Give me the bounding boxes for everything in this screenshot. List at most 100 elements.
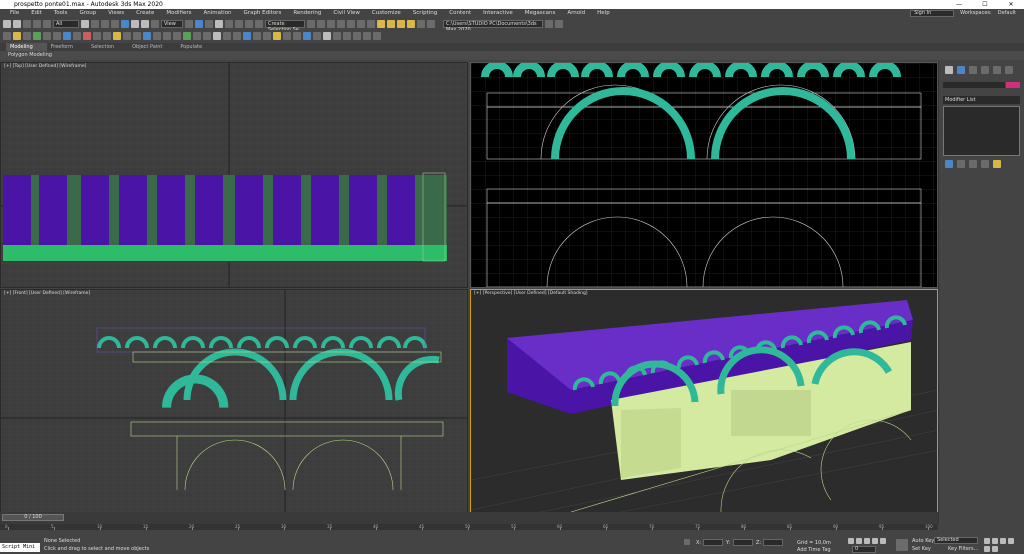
tool-j-icon[interactable]: [303, 31, 311, 40]
geometry-icon[interactable]: [53, 31, 61, 40]
menu-tools[interactable]: Tools: [48, 9, 74, 18]
hierarchy-tab-icon[interactable]: [969, 66, 977, 74]
display-tab-icon[interactable]: [993, 66, 1001, 74]
tool-o-icon[interactable]: [353, 31, 361, 40]
explorer-icon[interactable]: [555, 19, 563, 28]
select-by-name-icon[interactable]: [91, 19, 99, 28]
menu-megascans[interactable]: Megascans: [519, 9, 562, 18]
snaps-toggle-icon[interactable]: [215, 19, 223, 28]
sign-in-dropdown[interactable]: Sign In: [910, 10, 955, 17]
undo-icon[interactable]: [3, 19, 11, 28]
bone-icon[interactable]: [63, 31, 71, 40]
auto-key-button[interactable]: Auto Key: [912, 538, 934, 544]
menu-modifiers[interactable]: Modifiers: [160, 9, 197, 18]
select-and-place-icon[interactable]: [151, 19, 159, 28]
hidden-icon[interactable]: [133, 31, 141, 40]
ribbon-tab-object-paint[interactable]: Object Paint: [128, 43, 176, 51]
ribbon-tab-selection[interactable]: Selection: [87, 43, 128, 51]
show-end-result-icon[interactable]: [957, 160, 965, 168]
tool-b-icon[interactable]: [223, 31, 231, 40]
render-setup-icon[interactable]: [387, 19, 395, 28]
shape-icon[interactable]: [43, 31, 51, 40]
polygon-modeling-label[interactable]: Polygon Modeling: [8, 52, 52, 58]
isolate-icon[interactable]: [183, 31, 191, 40]
tool-q-icon[interactable]: [373, 31, 381, 40]
viewport-front[interactable]: [+] [Front] [User Defined] [Wireframe]: [0, 289, 468, 513]
mirror-icon[interactable]: [307, 19, 315, 28]
hide-selection-icon[interactable]: [163, 31, 171, 40]
go-to-end-icon[interactable]: [880, 538, 886, 544]
layer-icon[interactable]: [3, 31, 11, 40]
menu-edit[interactable]: Edit: [25, 9, 48, 18]
tool-d-icon[interactable]: [243, 31, 251, 40]
pivot-center-icon[interactable]: [185, 19, 193, 28]
tool-c-icon[interactable]: [233, 31, 241, 40]
select-and-rotate-icon[interactable]: [131, 19, 139, 28]
make-unique-icon[interactable]: [969, 160, 977, 168]
zoom-extents-icon[interactable]: [1000, 538, 1006, 544]
angle-snap-icon[interactable]: [225, 19, 233, 28]
align-icon[interactable]: [317, 19, 325, 28]
tool-f-icon[interactable]: [263, 31, 271, 40]
layer-explorer-icon[interactable]: [337, 19, 345, 28]
zoom-icon[interactable]: [984, 538, 990, 544]
menu-help[interactable]: Help: [591, 9, 616, 18]
redo-icon[interactable]: [13, 19, 21, 28]
remove-modifier-icon[interactable]: [981, 160, 989, 168]
frozen-icon[interactable]: [123, 31, 131, 40]
object-color-swatch[interactable]: [1006, 82, 1020, 88]
xref-icon[interactable]: [103, 31, 111, 40]
a360-gallery-icon[interactable]: [427, 19, 435, 28]
previous-frame-icon[interactable]: [856, 538, 862, 544]
menu-civil-view[interactable]: Civil View: [327, 9, 365, 18]
ribbon-tab-modeling[interactable]: Modeling: [6, 43, 47, 51]
menu-create[interactable]: Create: [130, 9, 160, 18]
motion-tab-icon[interactable]: [981, 66, 989, 74]
maximize-viewport-icon[interactable]: [992, 546, 998, 552]
display-filter-icon[interactable]: [193, 31, 201, 40]
configure-sets-icon[interactable]: [993, 160, 1001, 168]
material-editor-icon[interactable]: [377, 19, 385, 28]
space-warp-icon[interactable]: [83, 31, 91, 40]
spinner-snap-icon[interactable]: [245, 19, 253, 28]
select-and-scale-icon[interactable]: [141, 19, 149, 28]
freeze-selection-icon[interactable]: [143, 31, 151, 40]
minimize-button[interactable]: —: [946, 0, 972, 9]
create-tab-icon[interactable]: [945, 66, 953, 74]
render-production-icon[interactable]: [407, 19, 415, 28]
menu-rendering[interactable]: Rendering: [287, 9, 327, 18]
object-properties-icon[interactable]: [203, 31, 211, 40]
object-name-field[interactable]: [943, 82, 1005, 88]
project-folder-icon[interactable]: [545, 19, 553, 28]
orbit-icon[interactable]: [984, 546, 990, 552]
bind-space-warp-icon[interactable]: [43, 19, 51, 28]
schematic-view-icon[interactable]: [367, 19, 375, 28]
curve-editor-icon[interactable]: [357, 19, 365, 28]
light-icon[interactable]: [13, 31, 21, 40]
pin-stack-icon[interactable]: [945, 160, 953, 168]
time-slider[interactable]: 0 / 100: [2, 514, 64, 521]
helper-icon[interactable]: [33, 31, 41, 40]
utilities-tab-icon[interactable]: [1005, 66, 1013, 74]
project-path-dropdown[interactable]: C:\Users\STUDIO PC\Documents\3ds Max 202…: [443, 19, 543, 33]
z-coordinate-field[interactable]: [763, 539, 783, 546]
camera-icon[interactable]: [23, 31, 31, 40]
current-frame-field[interactable]: 0: [852, 546, 876, 553]
tool-l-icon[interactable]: [323, 31, 331, 40]
container-icon[interactable]: [93, 31, 101, 40]
menu-content[interactable]: Content: [443, 9, 477, 18]
ribbon-tab-freeform[interactable]: Freeform: [47, 43, 87, 51]
maximize-button[interactable]: ☐: [972, 0, 998, 9]
menu-arnold[interactable]: Arnold: [561, 9, 591, 18]
viewport-top[interactable]: [+] [Top] [User Defined] [Wireframe]: [0, 62, 468, 288]
viewport-perspective[interactable]: [+] [Perspective] [User Defined] [Defaul…: [470, 289, 938, 513]
tool-h-icon[interactable]: [283, 31, 291, 40]
named-selection-dropdown[interactable]: Create Selection Se: [265, 19, 305, 33]
toggle-ribbon-icon[interactable]: [347, 19, 355, 28]
workspace-dropdown[interactable]: Default: [998, 9, 1016, 18]
select-and-move-icon[interactable]: [121, 19, 129, 28]
x-coordinate-field[interactable]: [703, 539, 723, 546]
tool-k-icon[interactable]: [313, 31, 321, 40]
selection-filter-dropdown[interactable]: All: [53, 19, 79, 28]
tool-m-icon[interactable]: [333, 31, 341, 40]
